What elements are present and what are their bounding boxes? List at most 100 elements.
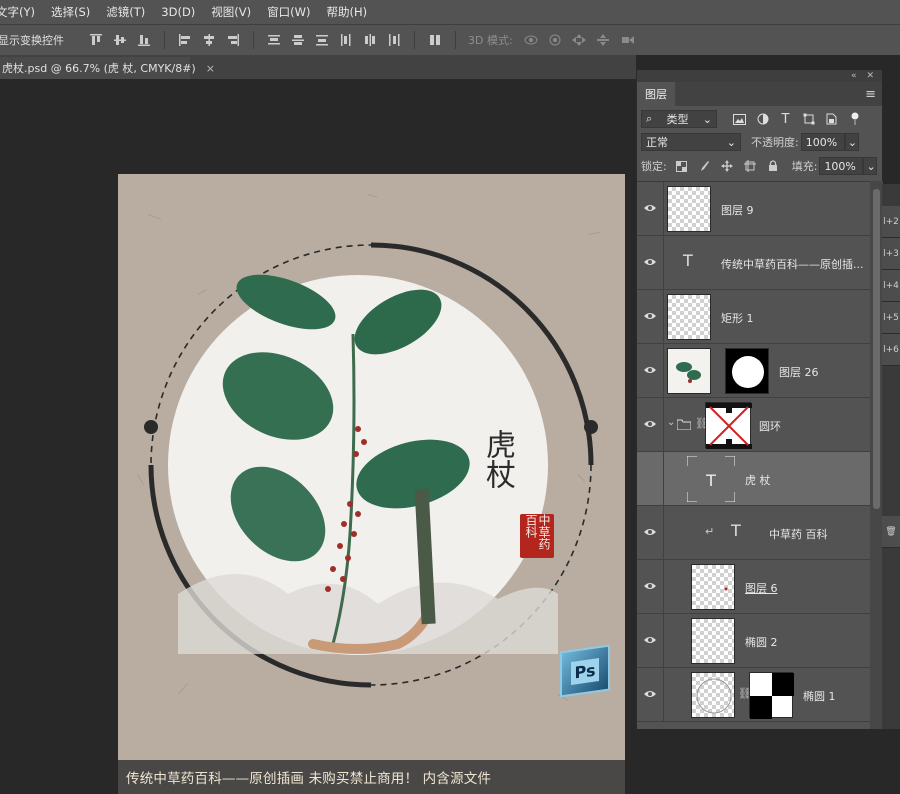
layer-mask-thumbnail[interactable] [705, 402, 752, 449]
layer-row[interactable]: 矩形 1 [637, 290, 870, 344]
menu-help[interactable]: 帮助(H) [318, 4, 375, 20]
align-hcenter-icon[interactable] [197, 30, 221, 50]
layer-row[interactable]: ⛓ 椭圆 1 [637, 668, 870, 722]
show-transform-controls[interactable]: 显示变换控件 [0, 32, 64, 48]
filter-adjustment-icon[interactable] [754, 111, 771, 128]
menu-filter[interactable]: 滤镜(T) [98, 4, 153, 20]
3d-orbit-icon [519, 30, 543, 50]
close-icon[interactable]: × [206, 62, 215, 75]
collapse-icon[interactable]: « [851, 71, 857, 81]
layer-row[interactable]: ↵ T 中草药 百科 [637, 506, 870, 560]
layer-group-row[interactable]: ⌄ ⛓ 圆环 [637, 398, 870, 452]
filter-shape-icon[interactable] [800, 111, 817, 128]
opacity-value: 100% [805, 135, 838, 149]
panel-header: 图层 ≡ [637, 82, 882, 106]
layer-mask-thumbnail[interactable] [749, 672, 794, 719]
distribute-right-icon[interactable] [382, 30, 406, 50]
document-tab[interactable]: 虎杖.psd @ 66.7% (虎 杖, CMYK/8#) × [0, 57, 215, 79]
opacity-dropdown[interactable]: ⌄ [844, 133, 859, 151]
menu-select[interactable]: 选择(S) [43, 4, 98, 20]
layer-row-selected[interactable]: T 虎 杖 [637, 452, 870, 506]
layer-thumbnail [667, 348, 711, 394]
opacity-input[interactable]: 100% [800, 133, 845, 151]
eye-icon[interactable] [643, 634, 657, 646]
menu-view[interactable]: 视图(V) [203, 4, 259, 20]
layer-thumbnail [667, 294, 711, 340]
eye-icon[interactable] [643, 364, 657, 376]
eye-icon[interactable] [643, 310, 657, 322]
layer-name: 虎 杖 [745, 474, 771, 487]
menu-3d[interactable]: 3D(D) [153, 5, 203, 19]
align-bottom-icon[interactable] [132, 30, 156, 50]
text-layer-thumbnail: T [686, 455, 736, 503]
strip-item[interactable]: l+2 [882, 206, 900, 238]
fill-label: 填充: [791, 160, 818, 173]
divider [663, 290, 664, 344]
chevron-down-icon: ⌄ [847, 135, 857, 149]
layer-filter-select[interactable]: ⌕ 类型 ⌄ [641, 110, 717, 128]
align-left-icon[interactable] [173, 30, 197, 50]
auto-align-icon[interactable] [423, 30, 447, 50]
layer-row[interactable]: T 传统中草药百科——原创插... [637, 236, 870, 290]
blend-mode-select[interactable]: 正常 ⌄ [641, 133, 741, 151]
artwork-illustration [137, 194, 600, 701]
distribute-top-icon[interactable] [262, 30, 286, 50]
eye-icon[interactable] [643, 418, 657, 430]
align-vcenter-icon[interactable] [108, 30, 132, 50]
eye-icon[interactable] [643, 526, 657, 538]
distribute-left-icon[interactable] [334, 30, 358, 50]
layer-row[interactable]: 图层 6 [637, 560, 870, 614]
ps-logo-icon: Ps [560, 644, 610, 698]
strip-item[interactable]: l+5 [882, 302, 900, 334]
menu-window[interactable]: 窗口(W) [259, 4, 318, 20]
layer-row[interactable]: 图层 9 [637, 182, 870, 236]
close-panel-icon[interactable]: ✕ [866, 71, 874, 81]
chevron-down-icon[interactable]: ⌄ [667, 417, 675, 428]
3d-pan-icon [567, 30, 591, 50]
eye-icon[interactable] [643, 256, 657, 268]
filter-toggle-icon[interactable] [846, 111, 863, 128]
panel-top-bar: « ✕ [637, 70, 882, 82]
filter-pixel-icon[interactable] [731, 111, 748, 128]
eye-icon[interactable] [643, 688, 657, 700]
fill-input[interactable]: 100% [819, 157, 864, 175]
fill-dropdown[interactable]: ⌄ [863, 157, 878, 175]
layer-row[interactable]: 椭圆 2 [637, 614, 870, 668]
lock-position-icon[interactable] [719, 158, 736, 175]
align-top-icon[interactable] [84, 30, 108, 50]
distribute-hcenter-icon[interactable] [358, 30, 382, 50]
artwork-canvas[interactable]: 虎杖 中草药百科 传统中草药百科——原创插画 未购买禁止商用！ 内含源文件 [118, 174, 625, 794]
divider [663, 182, 664, 236]
menu-text[interactable]: 文字(Y) [0, 4, 43, 20]
tab-layers[interactable]: 图层 [637, 82, 675, 106]
filter-text-icon[interactable]: T [777, 111, 794, 128]
strip-item[interactable]: l+6 [882, 334, 900, 366]
layer-name: 图层 6 [745, 582, 778, 595]
divider [663, 398, 664, 452]
lock-brush-icon[interactable] [696, 158, 713, 175]
layer-name: 中草药 百科 [769, 528, 828, 541]
strip-item[interactable]: l+3 [882, 238, 900, 270]
layer-thumbnail [691, 618, 735, 664]
distribute-vcenter-icon[interactable] [286, 30, 310, 50]
strip-item[interactable]: l+4 [882, 270, 900, 302]
menu-bar: 文字(Y) 选择(S) 滤镜(T) 3D(D) 视图(V) 窗口(W) 帮助(H… [0, 0, 900, 24]
folder-icon [677, 419, 691, 430]
layer-mask-thumbnail[interactable] [725, 348, 769, 394]
layer-row[interactable]: 图层 26 [637, 344, 870, 398]
panel-menu-icon[interactable]: ≡ [865, 87, 876, 102]
lock-artboard-icon[interactable] [742, 158, 759, 175]
canvas-area[interactable]: 虎杖 中草药百科 传统中草药百科——原创插画 未购买禁止商用！ 内含源文件 Ps [0, 79, 636, 794]
eye-icon[interactable] [643, 202, 657, 214]
3d-mode-label: 3D 模式: [468, 34, 513, 47]
distribute-bottom-icon[interactable] [310, 30, 334, 50]
scrollbar-thumb[interactable] [873, 189, 880, 509]
filter-smart-object-icon[interactable] [823, 111, 840, 128]
separator [253, 31, 254, 49]
divider [663, 668, 664, 722]
lock-all-icon[interactable] [765, 158, 782, 175]
lock-transparent-icon[interactable] [673, 158, 690, 175]
eye-icon[interactable] [643, 580, 657, 592]
trash-icon[interactable]: 🗑 [882, 516, 900, 548]
align-right-icon[interactable] [221, 30, 245, 50]
